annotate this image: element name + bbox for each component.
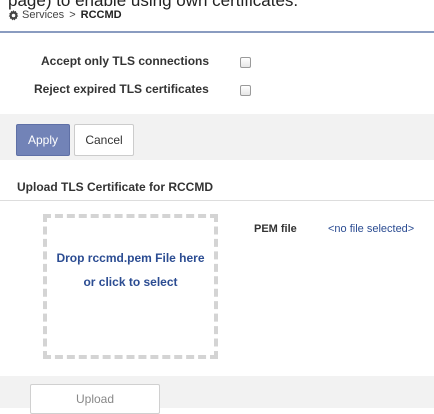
pem-file-label: PEM file — [254, 223, 297, 235]
accept-tls-label: Accept only TLS connections — [41, 54, 210, 68]
breadcrumb-current: RCCMD — [80, 9, 122, 21]
reject-expired-label: Reject expired TLS certificates — [34, 82, 209, 96]
gear-icon — [8, 9, 19, 20]
reject-expired-checkbox[interactable] — [240, 85, 251, 96]
cancel-button[interactable]: Cancel — [74, 124, 134, 156]
pem-file-value: <no file selected> — [328, 223, 415, 235]
breadcrumb-parent[interactable]: Services — [22, 8, 64, 22]
breadcrumb-separator: > — [69, 9, 76, 21]
dropzone-text[interactable]: Drop rccmd.pem File here — [43, 251, 218, 265]
dropzone-subtext[interactable]: or click to select — [43, 275, 218, 289]
apply-button[interactable]: Apply — [16, 124, 70, 156]
accept-tls-checkbox[interactable] — [240, 57, 251, 68]
header-divider — [0, 31, 434, 33]
section-divider — [0, 200, 434, 201]
upload-button[interactable]: Upload — [30, 384, 160, 414]
breadcrumb: Services > RCCMD — [8, 8, 122, 22]
reject-expired-row: Reject expired TLS certificates — [34, 82, 209, 96]
upload-section-title: Upload TLS Certificate for RCCMD — [17, 180, 214, 194]
accept-tls-row: Accept only TLS connections — [41, 54, 209, 68]
